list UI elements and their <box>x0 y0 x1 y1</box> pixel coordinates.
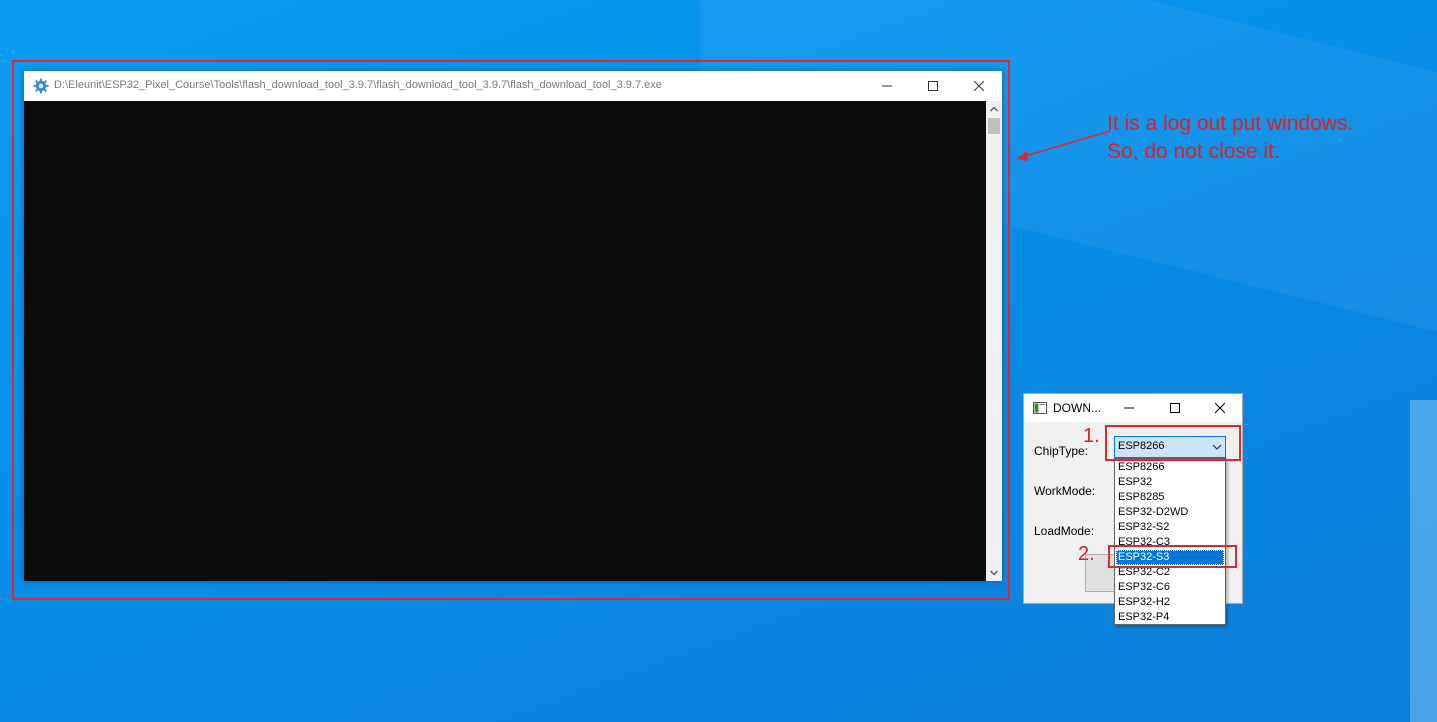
maximize-icon <box>1170 403 1180 413</box>
download-minimize-button[interactable] <box>1106 394 1152 422</box>
window-icon <box>1033 402 1047 414</box>
annotation-note-line1: It is a log out put windows. <box>1107 112 1354 135</box>
annotation-box-esp32-s3 <box>1108 545 1237 568</box>
download-title: DOWN... <box>1053 401 1101 415</box>
chip-option-esp32-c6[interactable]: ESP32-C6 <box>1116 580 1224 595</box>
chip-option-esp32-p4[interactable]: ESP32-P4 <box>1116 610 1224 625</box>
annotation-box-console <box>12 60 1010 600</box>
load-mode-label: LoadMode: <box>1034 524 1095 538</box>
chip-type-label: ChipType: <box>1034 444 1089 458</box>
annotation-arrow <box>1016 130 1111 161</box>
annotation-step2: 2. <box>1078 543 1095 565</box>
annotation-box-chip-type <box>1105 425 1241 461</box>
minimize-icon <box>1124 407 1134 409</box>
work-mode-label: WorkMode: <box>1034 484 1096 498</box>
download-maximize-button[interactable] <box>1152 394 1198 422</box>
chip-option-esp8285[interactable]: ESP8285 <box>1116 490 1224 505</box>
annotation-step1: 1. <box>1083 425 1100 447</box>
chip-option-esp32-s2[interactable]: ESP32-S2 <box>1116 520 1224 535</box>
chip-option-esp32-h2[interactable]: ESP32-H2 <box>1116 595 1224 610</box>
download-close-button[interactable] <box>1197 394 1243 422</box>
annotation-note-line2: So, do not close it. <box>1107 140 1280 163</box>
desktop-light-edge <box>1410 400 1437 722</box>
chip-option-esp32-d2wd[interactable]: ESP32-D2WD <box>1116 505 1224 520</box>
chip-type-dropdown[interactable]: ESP8266 ESP32 ESP8285 ESP32-D2WD ESP32-S… <box>1114 458 1226 625</box>
download-titlebar[interactable]: DOWN... <box>1024 394 1242 422</box>
chip-option-esp8266[interactable]: ESP8266 <box>1116 460 1224 475</box>
close-icon <box>1215 403 1225 413</box>
chip-option-esp32[interactable]: ESP32 <box>1116 475 1224 490</box>
